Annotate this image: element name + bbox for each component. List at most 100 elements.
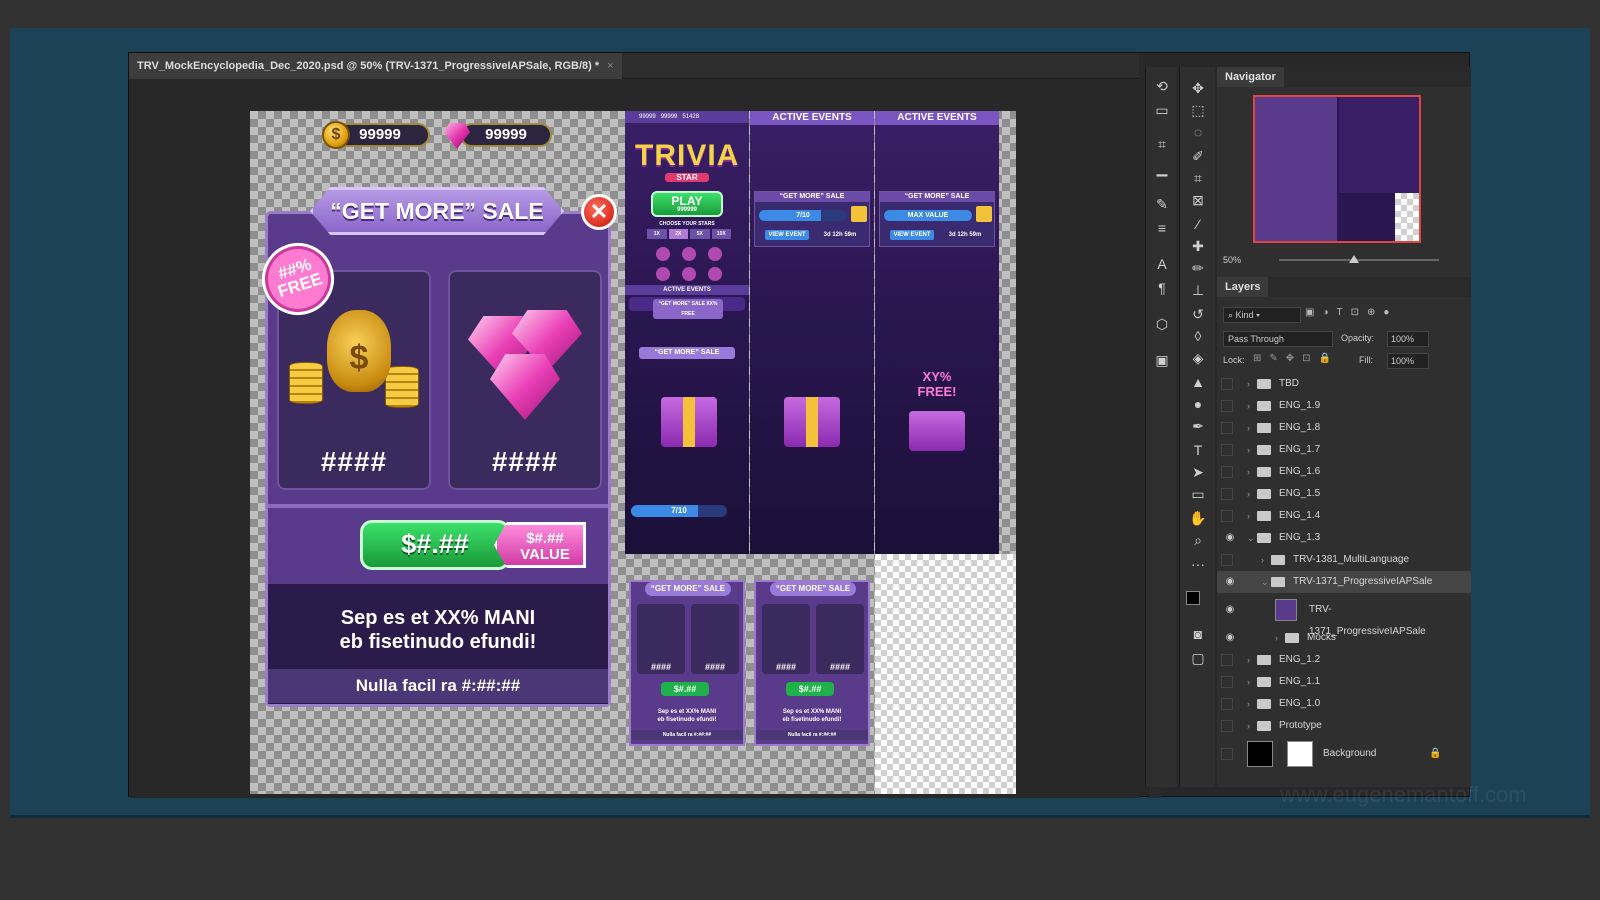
play-label: PLAY — [671, 194, 703, 208]
layer-row[interactable]: › ENG_1.6 — [1217, 461, 1447, 483]
paragraph-panel-icon[interactable]: ¶ — [1151, 277, 1173, 299]
layers-tab[interactable]: Layers — [1217, 277, 1269, 297]
blur-icon[interactable]: ▲ — [1187, 371, 1209, 393]
eye-icon[interactable]: ◉ — [1223, 627, 1237, 649]
small-footer-2: Nulla facil ra #:##:## — [756, 730, 868, 740]
close-button[interactable]: ✕ — [581, 194, 617, 230]
money-bag-icon: $ — [327, 310, 391, 392]
frame-icon[interactable]: ⊠ — [1187, 189, 1209, 211]
move-icon[interactable]: ✥ — [1187, 77, 1209, 99]
canvas-area[interactable]: 99999 $ 99999 $ #### #### $#.## $#.## VA… — [129, 79, 1139, 798]
layer-row[interactable]: ◉ ⌄ ENG_1.3 — [1217, 527, 1447, 549]
stamp-icon[interactable]: ⊥ — [1187, 279, 1209, 301]
small-price-2[interactable]: $#.## — [786, 682, 834, 696]
blend-mode-select[interactable]: Pass Through — [1223, 331, 1333, 347]
layer-name: TRV-1381_MultiLanguage — [1293, 554, 1410, 565]
paths-panel-icon[interactable]: ⌗ — [1151, 133, 1173, 155]
view-event-button-1[interactable]: VIEW EVENT — [765, 230, 809, 240]
hand-icon[interactable]: ✋ — [1187, 507, 1209, 529]
marquee-icon[interactable]: ⬚ — [1187, 99, 1209, 121]
quick-select-icon[interactable]: ✐ — [1187, 145, 1209, 167]
document-tab[interactable]: TRV_MockEncyclopedia_Dec_2020.psd @ 50% … — [129, 53, 622, 79]
multiplier-2[interactable]: 2X — [668, 229, 688, 239]
history-panel-icon[interactable]: ⟲ — [1151, 75, 1173, 97]
layer-row[interactable]: › TBD — [1217, 373, 1447, 395]
quick-mask-icon[interactable]: ◙ — [1187, 623, 1209, 645]
multiplier-3[interactable]: 5X — [690, 229, 710, 239]
navigator-thumbnail[interactable] — [1253, 95, 1421, 243]
zoom-slider-handle[interactable] — [1349, 255, 1359, 263]
top-gems: 99999 — [660, 114, 678, 120]
fill-field[interactable]: 100% — [1387, 353, 1429, 369]
document-canvas[interactable]: 99999 $ 99999 $ #### #### $#.## $#.## VA… — [250, 111, 1016, 794]
pen-icon[interactable]: ✒ — [1187, 415, 1209, 437]
layer-row[interactable]: › ENG_1.4 — [1217, 505, 1447, 527]
brush-icon[interactable]: ✏ — [1187, 257, 1209, 279]
comment-panel-icon[interactable]: ▭ — [1151, 99, 1173, 121]
navigator-zoom[interactable]: 50% — [1223, 255, 1241, 265]
mode-icon-3[interactable] — [708, 247, 722, 261]
lock-icons[interactable]: ⊞✎✥⊡🔒 — [1253, 353, 1339, 364]
more-icon[interactable]: ··· — [1187, 553, 1209, 575]
rectangle-icon[interactable]: ▭ — [1187, 483, 1209, 505]
paint-bucket-icon[interactable]: ◈ — [1187, 347, 1209, 369]
screen-mode-icon[interactable]: ▢ — [1187, 647, 1209, 669]
layer-filter-icons[interactable]: ▣◑T⊡⊕● — [1305, 307, 1465, 323]
close-tab-icon[interactable]: × — [607, 53, 613, 79]
play-button[interactable]: PLAY 999999 — [651, 191, 723, 217]
layer-kind-filter[interactable]: ⌕ Kind ▾ — [1223, 307, 1301, 323]
gift-progress-bar: 7/10 — [631, 505, 727, 517]
multiplier-1[interactable]: 1X — [647, 229, 667, 239]
adjustments-panel-icon[interactable]: ≡ — [1151, 217, 1173, 239]
layer-row[interactable]: ◉ TRV-1371_ProgressiveIAPSale — [1217, 595, 1447, 637]
mode-icon-1[interactable] — [656, 247, 670, 261]
type-icon[interactable]: T — [1187, 439, 1209, 461]
mode-icon-2[interactable] — [682, 247, 696, 261]
layer-row[interactable]: › ENG_1.1 — [1217, 671, 1447, 693]
foreground-color-swatch[interactable] — [1186, 591, 1200, 605]
event-carousel[interactable]: “GET MORE” SALE XX% FREE — [629, 297, 745, 319]
mode-icon-5[interactable] — [682, 267, 696, 281]
layer-row[interactable]: › TRV-1381_MultiLanguage — [1217, 549, 1447, 571]
layer-row[interactable]: › Prototype — [1217, 715, 1447, 737]
eye-icon[interactable]: ◉ — [1223, 599, 1237, 621]
multiplier-4[interactable]: 10X — [711, 229, 731, 239]
opacity-field[interactable]: 100% — [1387, 331, 1429, 347]
eye-icon[interactable]: ◉ — [1223, 527, 1237, 549]
layer-row[interactable]: › ENG_1.5 — [1217, 483, 1447, 505]
layer-row-selected[interactable]: ◉ ⌄ TRV-1371_ProgressiveIAPSale — [1217, 571, 1471, 593]
crop-icon[interactable]: ⌗ — [1187, 167, 1209, 189]
gems-offer-card[interactable]: #### — [448, 270, 602, 490]
brushes-panel-icon[interactable]: ✎ — [1151, 193, 1173, 215]
layer-row[interactable]: Background 🔒 — [1217, 739, 1471, 769]
layer-row[interactable]: › ENG_1.8 — [1217, 417, 1447, 439]
libraries-panel-icon[interactable]: ▣ — [1151, 349, 1173, 371]
event-card-title-1: “GET MORE” SALE — [755, 192, 869, 202]
history-brush-icon[interactable]: ↺ — [1187, 303, 1209, 325]
lasso-icon[interactable]: ◌ — [1187, 121, 1209, 143]
zoom-icon[interactable]: ⌕ — [1187, 529, 1209, 551]
small-price-1[interactable]: $#.## — [661, 682, 709, 696]
histogram-panel-icon[interactable]: ▁ — [1151, 157, 1173, 179]
event-card-1[interactable]: “GET MORE” SALE 7/10 VIEW EVENT 3d 12h 5… — [754, 191, 870, 247]
3d-panel-icon[interactable]: ⬡ — [1151, 313, 1173, 335]
mode-icon-6[interactable] — [708, 267, 722, 281]
eraser-icon[interactable]: ◊ — [1187, 325, 1209, 347]
buy-price-button[interactable]: $#.## — [360, 520, 510, 570]
zoom-slider[interactable] — [1279, 255, 1439, 263]
eyedropper-icon[interactable]: ⁄ — [1187, 213, 1209, 235]
eye-icon[interactable]: ◉ — [1223, 571, 1237, 593]
layer-row[interactable]: › ENG_1.9 — [1217, 395, 1447, 417]
character-panel-icon[interactable]: A — [1151, 253, 1173, 275]
healing-icon[interactable]: ✚ — [1187, 235, 1209, 257]
layer-row[interactable]: › ENG_1.2 — [1217, 649, 1447, 671]
layer-row[interactable]: › ENG_1.0 — [1217, 693, 1447, 715]
navigator-tab[interactable]: Navigator — [1217, 67, 1284, 87]
path-select-icon[interactable]: ➤ — [1187, 461, 1209, 483]
mode-icon-4[interactable] — [656, 267, 670, 281]
layer-row[interactable]: ◉ › Mocks — [1217, 627, 1447, 649]
event-card-2[interactable]: “GET MORE” SALE MAX VALUE VIEW EVENT 3d … — [879, 191, 995, 247]
layer-row[interactable]: › ENG_1.7 — [1217, 439, 1447, 461]
dodge-icon[interactable]: ● — [1187, 393, 1209, 415]
view-event-button-2[interactable]: VIEW EVENT — [890, 230, 934, 240]
